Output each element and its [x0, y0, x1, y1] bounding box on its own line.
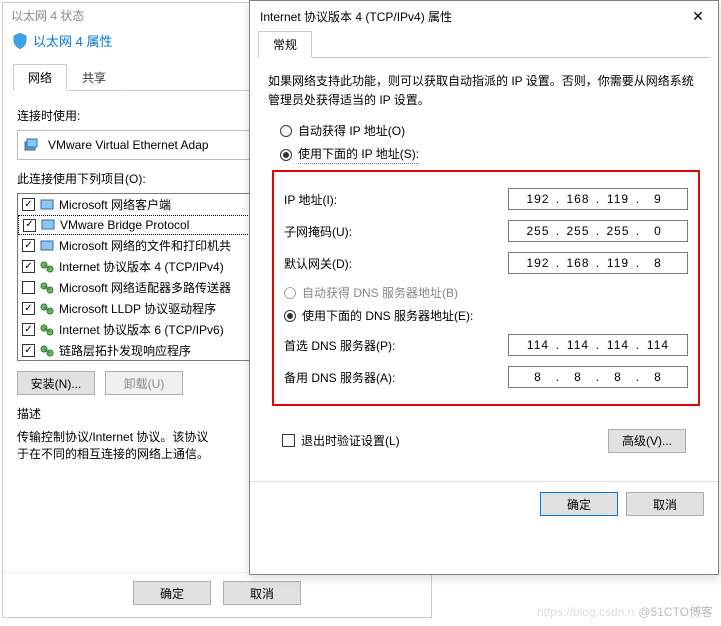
cancel-button[interactable]: 取消 [626, 492, 704, 516]
ipv4-description: 如果网络支持此功能，则可以获取自动指派的 IP 设置。否则，你需要从网络系统管理… [268, 72, 700, 110]
use-dns-label: 使用下面的 DNS 服务器地址(E): [302, 307, 473, 324]
tab-share[interactable]: 共享 [67, 64, 121, 91]
ip-octet[interactable]: 8 [522, 370, 554, 384]
use-ip-radio-row[interactable]: 使用下面的 IP 地址(S): [280, 145, 700, 164]
ip-octet[interactable]: 114 [602, 338, 634, 352]
close-icon: ✕ [692, 8, 704, 25]
radio-icon [284, 287, 296, 299]
ip-address-label: IP 地址(I): [284, 191, 508, 208]
client-icon [39, 239, 55, 253]
checkbox[interactable] [22, 198, 35, 211]
protocol-icon [39, 302, 55, 316]
checkbox[interactable] [282, 434, 295, 447]
protocol-icon [39, 323, 55, 337]
shield-icon [13, 33, 27, 49]
use-ip-label: 使用下面的 IP 地址(S): [298, 145, 419, 164]
alternate-dns-input[interactable]: 8. 8. 8. 8 [508, 366, 688, 388]
ipv4-properties-window: Internet 协议版本 4 (TCP/IPv4) 属性 ✕ 常规 如果网络支… [249, 0, 719, 575]
ok-button[interactable]: 确定 [540, 492, 618, 516]
protocol-icon [39, 281, 55, 295]
list-item-label: Microsoft 网络客户端 [59, 196, 171, 213]
titlebar: Internet 协议版本 4 (TCP/IPv4) 属性 ✕ [250, 1, 718, 31]
ip-octet[interactable]: 8 [642, 256, 674, 270]
radio-icon[interactable] [280, 125, 292, 137]
checkbox[interactable] [22, 302, 35, 315]
ip-octet[interactable]: 8 [562, 370, 594, 384]
auto-dns-label: 自动获得 DNS 服务器地址(B) [302, 284, 458, 301]
list-item-label: Microsoft 网络适配器多路传送器 [59, 279, 231, 296]
list-item-label: Microsoft 网络的文件和打印机共 [59, 237, 231, 254]
ip-address-input[interactable]: 192. 168. 119. 9 [508, 188, 688, 210]
ip-octet[interactable]: 9 [642, 192, 674, 206]
list-item-label: Internet 协议版本 6 (TCP/IPv6) [59, 321, 224, 338]
ip-octet[interactable]: 119 [602, 256, 634, 270]
radio-icon[interactable] [284, 310, 296, 322]
checkbox[interactable] [22, 281, 35, 294]
ip-settings-highlight: IP 地址(I): 192. 168. 119. 9 子网掩码(U): 255.… [272, 170, 700, 406]
alternate-dns-label: 备用 DNS 服务器(A): [284, 369, 508, 386]
auto-ip-radio-row[interactable]: 自动获得 IP 地址(O) [280, 122, 700, 139]
watermark: https://blog.csdn.n@51CTO博客 [537, 603, 713, 620]
bg-ok-button[interactable]: 确定 [133, 581, 211, 605]
protocol-icon [39, 260, 55, 274]
install-button[interactable]: 安装(N)... [17, 371, 95, 395]
ip-octet[interactable]: 114 [642, 338, 674, 352]
ip-octet[interactable]: 192 [522, 192, 554, 206]
client-icon [40, 218, 56, 232]
adapter-name: VMware Virtual Ethernet Adap [48, 138, 209, 152]
checkbox[interactable] [22, 260, 35, 273]
tab-network[interactable]: 网络 [13, 64, 67, 91]
gateway-label: 默认网关(D): [284, 255, 508, 272]
validate-label: 退出时验证设置(L) [301, 432, 400, 449]
ipv4-content: 如果网络支持此功能，则可以获取自动指派的 IP 设置。否则，你需要从网络系统管理… [250, 58, 718, 481]
fg-tabs: 常规 [258, 31, 710, 58]
list-item-label: Internet 协议版本 4 (TCP/IPv4) [59, 258, 224, 275]
checkbox[interactable] [22, 239, 35, 252]
ip-octet[interactable]: 255 [602, 224, 634, 238]
ip-octet[interactable]: 119 [602, 192, 634, 206]
ip-octet[interactable]: 168 [562, 256, 594, 270]
radio-icon[interactable] [280, 149, 292, 161]
checkbox[interactable] [23, 219, 36, 232]
auto-ip-label: 自动获得 IP 地址(O) [298, 122, 405, 139]
preferred-dns-input[interactable]: 114. 114. 114. 114 [508, 334, 688, 356]
uninstall-button: 卸载(U) [105, 371, 183, 395]
tab-general[interactable]: 常规 [258, 31, 312, 58]
list-item-label: Microsoft LLDP 协议驱动程序 [59, 300, 216, 317]
ip-octet[interactable]: 8 [642, 370, 674, 384]
ip-octet[interactable]: 255 [562, 224, 594, 238]
checkbox[interactable] [22, 323, 35, 336]
ip-octet[interactable]: 0 [642, 224, 674, 238]
ip-octet[interactable]: 192 [522, 256, 554, 270]
auto-dns-radio-row: 自动获得 DNS 服务器地址(B) [284, 284, 688, 301]
use-dns-radio-row[interactable]: 使用下面的 DNS 服务器地址(E): [284, 307, 688, 324]
subnet-mask-label: 子网掩码(U): [284, 223, 508, 240]
bg-cancel-button[interactable]: 取消 [223, 581, 301, 605]
ip-octet[interactable]: 114 [522, 338, 554, 352]
preferred-dns-label: 首选 DNS 服务器(P): [284, 337, 508, 354]
ip-octet[interactable]: 255 [522, 224, 554, 238]
network-adapter-icon [24, 138, 40, 152]
window-title: Internet 协议版本 4 (TCP/IPv4) 属性 [260, 8, 452, 25]
validate-on-exit-row[interactable]: 退出时验证设置(L) [282, 432, 400, 449]
ip-octet[interactable]: 168 [562, 192, 594, 206]
client-icon [39, 198, 55, 212]
close-button[interactable]: ✕ [678, 1, 718, 31]
list-item-label: 链路层拓扑发现响应程序 [59, 342, 191, 359]
gateway-input[interactable]: 192. 168. 119. 8 [508, 252, 688, 274]
protocol-icon [39, 344, 55, 358]
advanced-button[interactable]: 高级(V)... [608, 429, 686, 453]
ip-octet[interactable]: 114 [562, 338, 594, 352]
ethernet-prop-title: 以太网 4 属性 [33, 31, 112, 50]
subnet-mask-input[interactable]: 255. 255. 255. 0 [508, 220, 688, 242]
checkbox[interactable] [22, 344, 35, 357]
ip-octet[interactable]: 8 [602, 370, 634, 384]
list-item-label: VMware Bridge Protocol [60, 218, 189, 232]
